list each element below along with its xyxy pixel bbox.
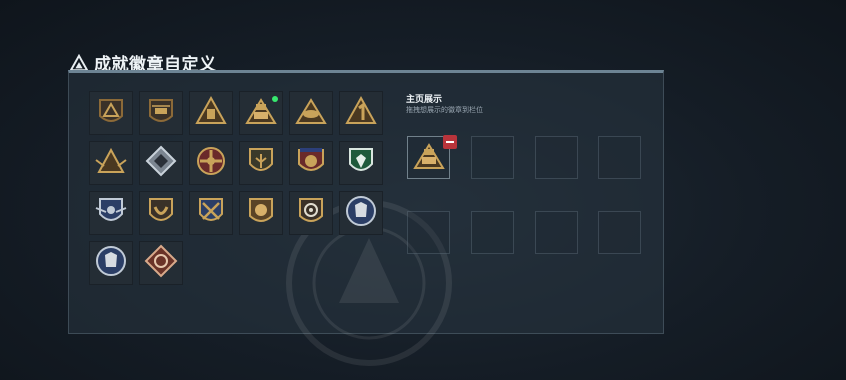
star-shield-badge-icon [294, 144, 328, 182]
outpost-triangle-badge-icon [412, 139, 446, 177]
horn-shield-badge-icon [144, 194, 178, 232]
badge-tile[interactable] [139, 241, 183, 285]
blue-wing-shield-badge-icon [94, 194, 128, 232]
wolf-circle-badge-icon [344, 194, 378, 232]
badge-tile[interactable] [339, 141, 383, 185]
badge-tile[interactable] [189, 191, 233, 235]
compass-diamond-badge-icon [144, 244, 178, 282]
wolf-circle-badge-2-icon [94, 244, 128, 282]
badge-tile[interactable] [139, 191, 183, 235]
number-one-badge-icon [344, 94, 378, 132]
minus-icon [446, 141, 454, 143]
badge-tile[interactable] [189, 91, 233, 135]
display-slot[interactable] [471, 211, 514, 254]
green-shield-badge-icon [344, 144, 378, 182]
display-slot[interactable] [598, 136, 641, 179]
display-slot[interactable] [407, 211, 450, 254]
tower-triangle-badge-icon [194, 94, 228, 132]
display-section-hint: 拖拽想展示的徽章到栏位 [406, 106, 483, 114]
display-slot[interactable] [535, 211, 578, 254]
hat-triangle-badge-icon [294, 94, 328, 132]
crossed-rifles-badge-icon [194, 194, 228, 232]
target-shield-badge-icon [294, 194, 328, 232]
display-slot[interactable] [407, 135, 457, 179]
badge-tile[interactable] [139, 141, 183, 185]
display-section-title: 主页展示 [406, 95, 443, 105]
lion-badge-icon [244, 194, 278, 232]
winged-triangle-badge-icon [94, 144, 128, 182]
helicopter-badge-icon [144, 94, 178, 132]
plant-shield-badge-icon [244, 144, 278, 182]
display-slot[interactable] [598, 211, 641, 254]
shield-triangle-badge-icon [94, 94, 128, 132]
remove-badge-button[interactable] [443, 135, 457, 149]
badge-tile[interactable] [239, 141, 283, 185]
badge-tile[interactable] [289, 141, 333, 185]
new-indicator-dot [272, 96, 278, 102]
badge-tile[interactable] [239, 91, 283, 135]
badge-tile[interactable] [89, 241, 133, 285]
badge-tile[interactable] [139, 91, 183, 135]
badge-tile[interactable] [89, 141, 133, 185]
badge-tile[interactable] [189, 141, 233, 185]
badge-tile[interactable] [89, 91, 133, 135]
display-slot[interactable] [535, 136, 578, 179]
badge-tile[interactable] [289, 91, 333, 135]
badge-tile[interactable] [89, 191, 133, 235]
display-slot[interactable] [471, 136, 514, 179]
badge-tile[interactable] [239, 191, 283, 235]
diamond-badge-icon [144, 144, 178, 182]
medal-cross-badge-icon [194, 144, 228, 182]
badge-tile[interactable] [339, 191, 383, 235]
badge-tile[interactable] [339, 91, 383, 135]
triangle-emblem-icon [70, 53, 88, 71]
badge-tile[interactable] [289, 191, 333, 235]
